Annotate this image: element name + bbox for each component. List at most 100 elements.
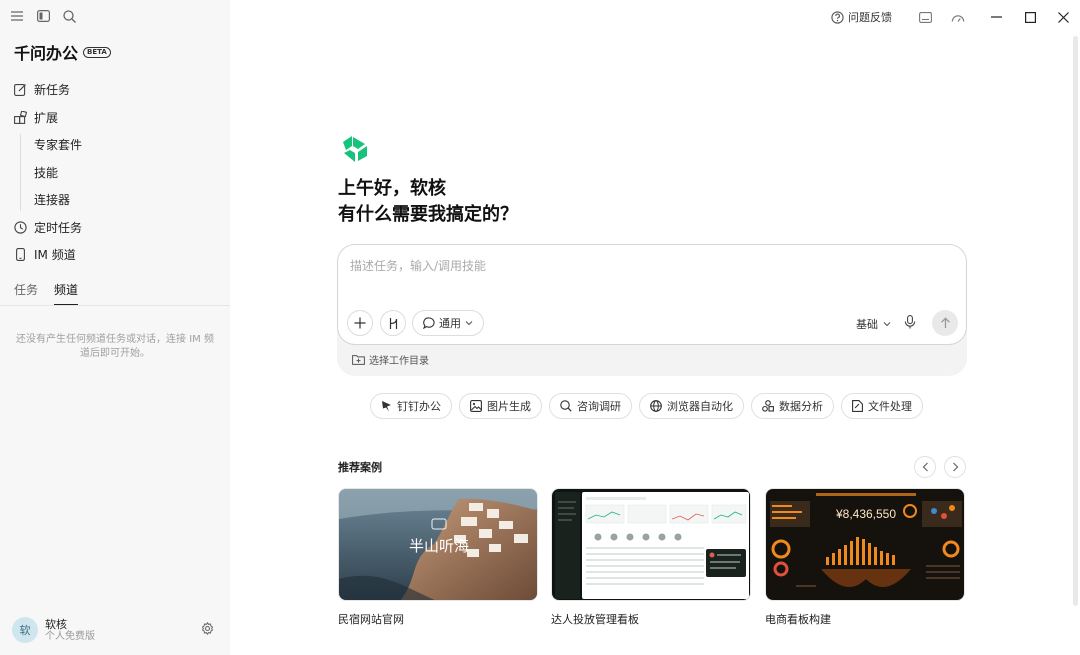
nav-skills[interactable]: 技能: [34, 159, 214, 187]
chevron-down-icon: [465, 321, 473, 326]
prev-button[interactable]: [914, 456, 936, 478]
chip-label: 图片生成: [487, 400, 531, 413]
greeting-line1: 上午好，软核: [338, 178, 446, 199]
beta-badge: BETA: [83, 46, 111, 58]
send-button[interactable]: [932, 310, 958, 336]
case-card-influencer[interactable]: [551, 488, 751, 601]
search-icon[interactable]: [61, 8, 77, 24]
close-icon: [1057, 11, 1069, 23]
extension-icon: [14, 110, 27, 124]
card-label-ecommerce: 电商看板构建: [765, 613, 831, 626]
sidebar-toggle-icon[interactable]: [35, 8, 51, 24]
brand: 千问办公 BETA: [14, 40, 111, 64]
image-icon: [470, 400, 482, 412]
model-selector[interactable]: 基础: [856, 316, 891, 332]
case-card-homestay[interactable]: 半山听海: [338, 488, 538, 601]
brand-title: 千问办公: [14, 44, 79, 63]
chip-image-gen[interactable]: 图片生成: [459, 393, 542, 419]
chip-research[interactable]: 咨询调研: [549, 393, 632, 419]
sidebar-toolbar: [9, 8, 77, 24]
user-info: 软核 个人免费版: [45, 618, 95, 643]
user-profile[interactable]: 软 软核 个人免费版: [12, 617, 95, 643]
chip-label: 数据分析: [779, 400, 823, 413]
phone-icon: [16, 248, 25, 262]
influencer-dashboard-thumbnail: [552, 489, 750, 600]
minimize-icon: [990, 16, 1002, 18]
greeting: 上午好，软核 有什么需要我搞定的？: [338, 176, 518, 228]
clock-icon: [14, 221, 27, 234]
plus-icon: [354, 317, 366, 329]
chip-label: 文件处理: [868, 400, 912, 413]
scrollbar[interactable]: [1073, 36, 1078, 606]
user-plan: 个人免费版: [45, 630, 95, 642]
homestay-thumbnail: 半山听海: [339, 489, 537, 600]
quick-chips: 钉钉办公 图片生成 咨询调研 浏览器自动化 数据分析 文件处理: [370, 393, 923, 419]
shapes-icon: [762, 400, 774, 412]
search-icon: [560, 400, 572, 412]
nav-im-channel-label: IM 频道: [34, 248, 76, 263]
workdir-label: 选择工作目录: [369, 356, 429, 367]
nav-im-channel[interactable]: IM 频道: [14, 241, 214, 269]
empty-channel-note: 还没有产生任何频道任务或对话，连接 IM 频道后即可开始。: [16, 334, 214, 359]
nav-extend-label: 扩展: [34, 110, 59, 125]
tools-button[interactable]: [380, 310, 406, 336]
minimize-button[interactable]: [987, 8, 1005, 26]
select-workdir-button[interactable]: 选择工作目录: [352, 352, 429, 367]
nav-expert-suite-label: 专家套件: [34, 138, 83, 153]
greeting-line2: 有什么需要我搞定的？: [338, 204, 518, 225]
chevron-left-icon: [922, 462, 928, 472]
menu-icon[interactable]: [9, 8, 25, 24]
add-button[interactable]: [347, 310, 373, 336]
chip-label: 浏览器自动化: [667, 400, 733, 413]
sidebar-tabs: 任务 频道: [14, 281, 79, 306]
microphone-icon[interactable]: [904, 315, 916, 332]
mode-selector[interactable]: 通用: [412, 310, 484, 336]
nav-new-task[interactable]: 新任务: [14, 76, 214, 104]
avatar: 软: [12, 617, 38, 643]
nav-connectors[interactable]: 连接器: [34, 186, 214, 214]
task-input[interactable]: [350, 259, 910, 273]
sidebar-nav: 新任务 扩展 专家套件 技能 连接器 定时任务 IM 频道: [14, 76, 214, 269]
feedback-button[interactable]: 问题反馈: [831, 9, 892, 25]
card-metric: ¥8,436,550: [835, 507, 896, 521]
chip-file-processing[interactable]: 文件处理: [841, 393, 923, 419]
display-icon[interactable]: [917, 9, 933, 25]
arrow-up-icon: [940, 317, 950, 328]
nav-scheduled[interactable]: 定时任务: [14, 214, 214, 242]
dingtalk-icon: [382, 401, 391, 412]
case-card-ecommerce[interactable]: ¥8,436,550: [765, 488, 965, 601]
edit-icon: [14, 84, 26, 97]
title-bar: 问题反馈: [230, 0, 1080, 34]
card-label-influencer: 达人投放管理看板: [551, 613, 639, 626]
feedback-label: 问题反馈: [848, 11, 892, 24]
nav-connectors-label: 连接器: [34, 193, 71, 208]
app-logo: [340, 134, 370, 167]
chip-data-analysis[interactable]: 数据分析: [751, 393, 834, 419]
chevron-down-icon: [883, 322, 891, 327]
nav-expert-suite[interactable]: 专家套件: [34, 131, 214, 159]
nav-extend[interactable]: 扩展: [14, 104, 214, 132]
tab-tasks[interactable]: 任务: [14, 281, 38, 306]
settings-gear-icon[interactable]: [201, 621, 214, 638]
composer: 通用 基础: [337, 244, 967, 345]
speed-gauge-icon[interactable]: [950, 9, 966, 25]
composer-container: 通用 基础 选择工作目录: [337, 244, 967, 376]
card-label-homestay: 民宿网站官网: [338, 613, 404, 626]
tools-icon: [389, 317, 397, 329]
extend-submenu: 专家套件 技能 连接器: [14, 131, 214, 214]
file-icon: [852, 400, 863, 412]
next-button[interactable]: [944, 456, 966, 478]
close-button[interactable]: [1054, 8, 1072, 26]
user-name: 软核: [45, 617, 67, 631]
tab-channels[interactable]: 频道: [54, 281, 79, 306]
chip-dingtalk[interactable]: 钉钉办公: [370, 393, 452, 419]
chip-browser-automation[interactable]: 浏览器自动化: [639, 393, 744, 419]
recommend-title: 推荐案例: [338, 461, 382, 474]
chip-label: 钉钉办公: [397, 400, 441, 413]
help-icon: [831, 10, 844, 24]
folder-plus-icon: [352, 355, 365, 365]
maximize-icon: [1024, 11, 1036, 23]
maximize-button[interactable]: [1021, 8, 1039, 26]
nav-new-task-label: 新任务: [34, 83, 71, 98]
tabs-divider: [0, 305, 230, 306]
